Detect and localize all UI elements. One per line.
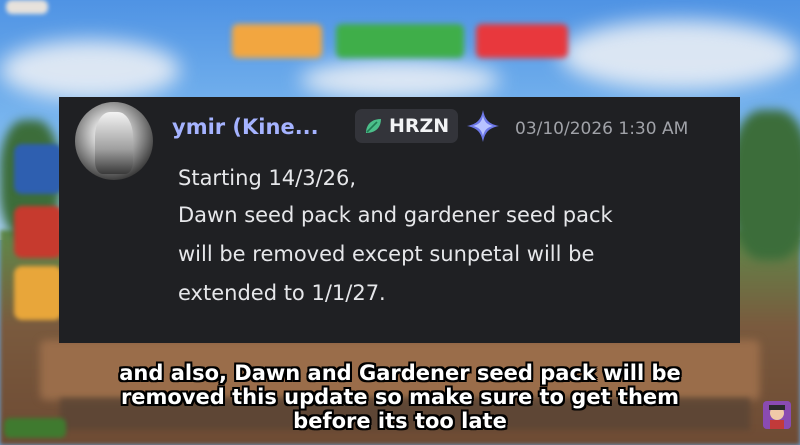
game-side-button xyxy=(14,266,62,320)
game-side-button xyxy=(14,206,62,258)
username: ymir (Kine... xyxy=(172,115,319,139)
game-corner-indicator xyxy=(6,0,48,14)
subtitle-line: and also, Dawn and Gardener seed pack wi… xyxy=(119,361,681,385)
avatar-figure xyxy=(95,112,133,174)
role-tag-label: HRZN xyxy=(389,115,450,137)
leaf-icon xyxy=(366,119,381,133)
game-top-button xyxy=(476,24,568,58)
tree xyxy=(730,110,800,260)
channel-avatar-icon xyxy=(763,401,791,429)
cloud xyxy=(0,40,180,100)
subtitle-line: removed this update so make sure to get … xyxy=(120,385,680,409)
subtitle-line: before its too late xyxy=(293,409,507,433)
user-avatar xyxy=(75,102,153,180)
cloud xyxy=(560,20,800,90)
role-tag-badge: HRZN xyxy=(355,109,458,143)
message-line: Dawn seed pack and gardener seed pack xyxy=(178,203,613,227)
game-top-button xyxy=(232,24,322,58)
sparkle-icon xyxy=(467,110,499,142)
message-timestamp: 03/10/2026 1:30 AM xyxy=(515,119,689,139)
channel-avatar xyxy=(763,401,791,429)
game-top-button xyxy=(336,24,464,58)
message-line: Starting 14/3/26, xyxy=(178,166,357,190)
message-line: will be removed except sunpetal will be xyxy=(178,242,595,266)
message-line: extended to 1/1/27. xyxy=(178,281,386,305)
game-side-button xyxy=(14,144,62,194)
cloud xyxy=(300,60,500,100)
